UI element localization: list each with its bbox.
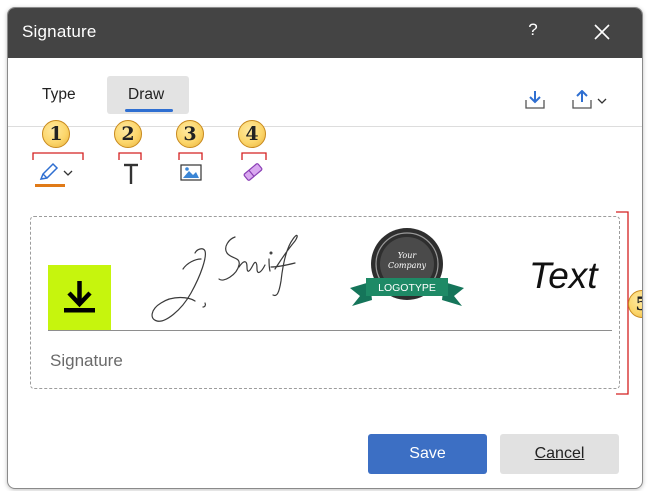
upload-tray-icon[interactable] xyxy=(571,90,593,110)
tab-type[interactable]: Type xyxy=(42,86,76,104)
dialog-title: Signature xyxy=(22,22,97,41)
seal-text-line2: Company xyxy=(388,261,427,270)
help-button[interactable]: ? xyxy=(524,20,542,44)
pen-dropdown-chevron-icon[interactable] xyxy=(62,168,74,178)
cancel-button[interactable]: Cancel xyxy=(500,434,619,474)
logotype-text: LOGOTYPE xyxy=(378,282,436,294)
company-logotype-seal: Your Company LOGOTYPE xyxy=(350,228,464,306)
callout-badge-4: 4 xyxy=(238,120,266,148)
tab-selected-indicator xyxy=(125,109,173,112)
header-separator xyxy=(8,126,642,127)
signature-dialog: Signature ? Type Draw 1 2 3 4 Your Compa… xyxy=(7,7,643,489)
eraser-icon[interactable] xyxy=(241,162,265,182)
callout-badge-3: 3 xyxy=(176,120,204,148)
signature-baseline xyxy=(48,330,612,331)
download-arrow-icon xyxy=(64,281,95,313)
signature-line-label: Signature xyxy=(50,351,123,370)
save-button[interactable]: Save xyxy=(368,434,487,474)
seal-text-line1: Your xyxy=(398,251,418,260)
text-tool-icon[interactable] xyxy=(121,160,141,186)
text-sample: Text xyxy=(529,255,598,296)
pen-color-indicator xyxy=(35,184,65,187)
tab-draw[interactable]: Draw xyxy=(128,86,164,104)
logo-download-button[interactable] xyxy=(48,265,111,330)
pen-icon[interactable] xyxy=(38,162,60,182)
chevron-down-icon[interactable] xyxy=(596,96,608,106)
title-bar: Signature ? xyxy=(8,8,642,58)
close-icon[interactable] xyxy=(588,18,616,46)
handwritten-signature-image xyxy=(151,234,298,322)
callout-badge-1: 1 xyxy=(42,120,70,148)
download-tray-icon[interactable] xyxy=(524,90,546,110)
callout-badge-2: 2 xyxy=(114,120,142,148)
image-icon[interactable] xyxy=(179,163,203,183)
